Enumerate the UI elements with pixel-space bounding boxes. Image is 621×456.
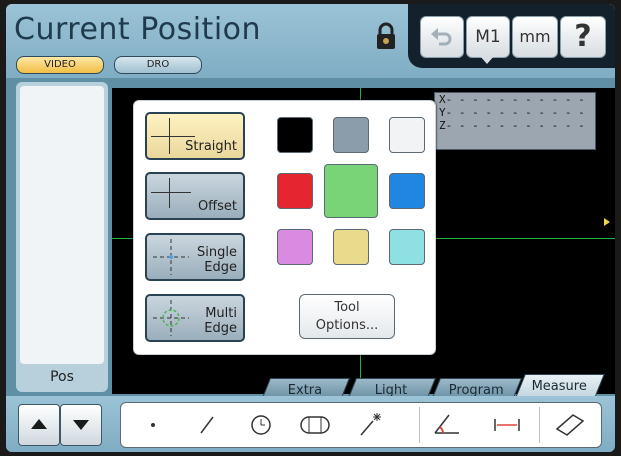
- position-list-panel: Pos: [16, 82, 108, 392]
- position-label: Pos: [50, 369, 74, 385]
- straight-tool-button[interactable]: Straight: [145, 112, 245, 160]
- color-swatch-yellow[interactable]: [333, 229, 369, 265]
- toolbar-divider: [419, 407, 420, 443]
- header-button-panel: M1 mm ?: [408, 4, 615, 68]
- tab-light[interactable]: Light: [347, 378, 437, 398]
- rectangle-icon: [555, 414, 585, 436]
- color-swatch-cyan[interactable]: [389, 229, 425, 265]
- color-swatch-black[interactable]: [277, 117, 313, 153]
- page-title: Current Position: [14, 12, 262, 47]
- measure-toolbar: [120, 402, 602, 448]
- m1-pointer: [480, 56, 494, 64]
- auto-measure-tool-button[interactable]: [343, 403, 395, 447]
- unit-button[interactable]: mm: [512, 16, 558, 58]
- down-arrow-icon: [73, 420, 89, 430]
- offset-tool-button[interactable]: Offset: [145, 172, 245, 220]
- color-swatch-gray[interactable]: [333, 117, 369, 153]
- circle-icon: [251, 415, 271, 435]
- coordinate-readout: X- - - - - - - - - - - Y- - - - - - - - …: [434, 92, 596, 150]
- color-swatch-blue[interactable]: [389, 173, 425, 209]
- multi-edge-tool-button[interactable]: Multi Edge: [145, 294, 245, 342]
- toolbar-divider: [539, 407, 540, 443]
- header: Current Position VIDEO DRO M1 mm ?: [6, 4, 615, 78]
- readout-y: Y- - - - - - - - - - -: [439, 106, 585, 119]
- edge-marker-icon: [604, 218, 610, 226]
- color-swatch-green[interactable]: [324, 164, 378, 218]
- undo-icon: [429, 28, 455, 56]
- tab-extra[interactable]: Extra: [261, 378, 351, 398]
- up-arrow-icon: [31, 419, 47, 429]
- angle-icon: [434, 414, 459, 434]
- multi-edge-label: Multi Edge: [204, 306, 237, 336]
- scroll-down-button[interactable]: [60, 404, 102, 446]
- line-tool-button[interactable]: [181, 403, 233, 447]
- scroll-up-button[interactable]: [18, 404, 60, 446]
- distance-icon: [494, 419, 520, 431]
- angle-tool-button[interactable]: [421, 403, 473, 447]
- readout-x: X- - - - - - - - - - -: [439, 93, 585, 106]
- wand-icon: [360, 413, 381, 436]
- measurement-set-button[interactable]: M1: [466, 16, 510, 58]
- position-list[interactable]: [20, 86, 104, 364]
- tool-popup: Straight Offset Single Edge Multi Edge T…: [133, 100, 436, 355]
- help-button[interactable]: ?: [560, 16, 606, 58]
- tab-bar: Extra Light Program Measure: [106, 374, 615, 398]
- point-icon: [151, 423, 155, 427]
- tool-options-button[interactable]: Tool Options...: [299, 294, 395, 339]
- slot-icon: [300, 416, 330, 434]
- bottom-bar: [6, 396, 615, 452]
- readout-z: Z- - - - - - - - - - -: [439, 119, 585, 132]
- distance-tool-button[interactable]: [481, 403, 533, 447]
- color-swatch-red[interactable]: [277, 173, 313, 209]
- device-frame: Current Position VIDEO DRO M1 mm ? Pos X…: [0, 0, 621, 456]
- undo-button[interactable]: [420, 16, 464, 58]
- rectangle-tool-button[interactable]: [543, 403, 595, 447]
- screen: Current Position VIDEO DRO M1 mm ? Pos X…: [6, 4, 615, 452]
- offset-tool-label: Offset: [197, 199, 237, 214]
- point-tool-button[interactable]: [127, 403, 179, 447]
- video-mode-button[interactable]: VIDEO: [16, 56, 104, 74]
- circle-tool-button[interactable]: [235, 403, 287, 447]
- line-icon: [200, 416, 214, 434]
- color-swatch-white[interactable]: [389, 117, 425, 153]
- tab-program[interactable]: Program: [431, 378, 523, 398]
- single-edge-tool-button[interactable]: Single Edge: [145, 233, 245, 281]
- slot-tool-button[interactable]: [289, 403, 341, 447]
- lock-icon[interactable]: [374, 22, 398, 50]
- tab-measure[interactable]: Measure: [515, 374, 605, 398]
- dro-mode-button[interactable]: DRO: [114, 56, 202, 74]
- color-swatch-violet[interactable]: [277, 229, 313, 265]
- single-edge-label: Single Edge: [197, 245, 237, 275]
- straight-tool-label: Straight: [185, 139, 237, 154]
